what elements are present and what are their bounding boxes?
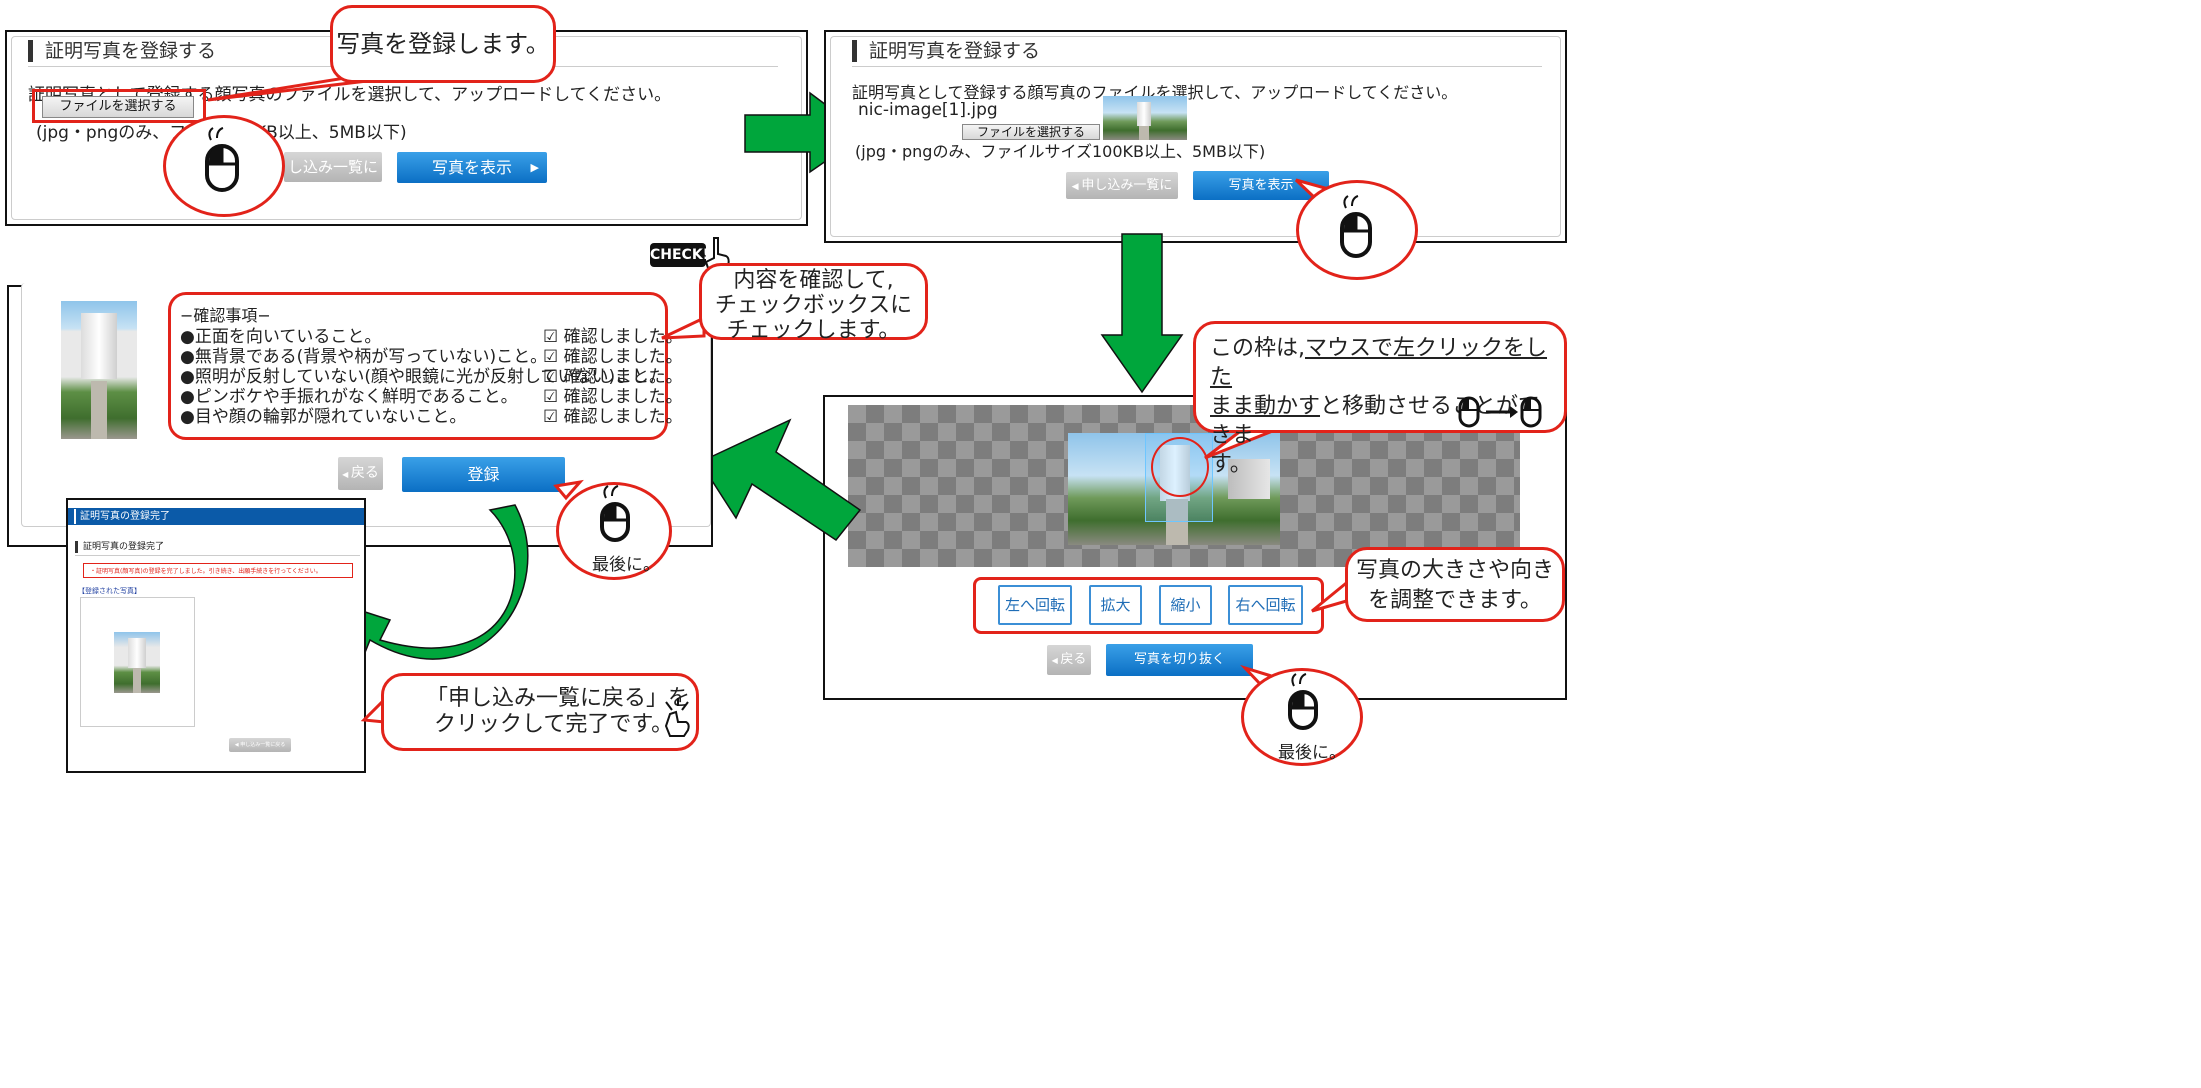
- step3-back-button[interactable]: ◀ 戻る: [1047, 645, 1091, 675]
- step5-back-button[interactable]: ◀ 申し込み一覧に戻る: [229, 738, 291, 752]
- step4-callout: 内容を確認して, チェックボックスに チェックします。: [699, 263, 928, 343]
- step2-divider: [852, 66, 1542, 67]
- step2-title: 証明写真を登録する: [852, 40, 1040, 62]
- step1-hint-tail: KB以上、5MB以下): [255, 123, 407, 143]
- step2-filename: nic-image[1].jpg: [858, 100, 998, 120]
- rotate-left-button[interactable]: 左へ回転: [998, 585, 1072, 625]
- step5-title: 証明写真の登録完了: [75, 541, 164, 553]
- mouse-click-icon: [1340, 195, 1372, 258]
- step5-back-label: 申し込み一覧に戻る: [240, 742, 286, 748]
- zoom-in-button[interactable]: 拡大: [1089, 585, 1142, 625]
- step3-back-label: 戻る: [1060, 652, 1087, 667]
- step4-back-label: 戻る: [350, 465, 379, 481]
- adjust-callout: 写真の大きさや向き を調整できます。: [1345, 547, 1565, 622]
- step5-registered-label: 【登録された写真】: [78, 587, 141, 595]
- step5-divider: [75, 555, 360, 556]
- step2-back-button[interactable]: ◀ 申し込み一覧に戻る: [1066, 172, 1178, 222]
- step1-show-photo-button[interactable]: 写真を表示 ▶: [397, 152, 547, 183]
- step5-photo: [114, 632, 160, 693]
- step5-header: 証明写真の登録完了: [74, 509, 170, 524]
- callout-text-3: まま動かす: [1210, 394, 1321, 419]
- step5-callout-line2: クリックして完了です。: [434, 712, 674, 737]
- rotate-right-button[interactable]: 右へ回転: [1228, 585, 1303, 625]
- step4-photo: [61, 301, 137, 439]
- check-badge: CHECK!: [650, 243, 709, 267]
- step5-notice: ・証明写真(顔写真)の登録を完了しました。引き続き、出願手続きを行ってください。: [83, 563, 353, 578]
- chevron-left-icon: ◀: [1071, 182, 1082, 192]
- step3-last-label: 最後に。: [1278, 743, 1346, 763]
- step1-callout: 写真を登録します。: [330, 5, 556, 83]
- callout-text-1: この枠は,: [1210, 336, 1305, 361]
- mouse-drag-icon: [1458, 396, 1542, 428]
- mouse-click-icon: [205, 127, 239, 192]
- step1-title: 証明写真を登録する: [28, 40, 216, 62]
- register-button[interactable]: 登録: [402, 457, 565, 492]
- crop-button[interactable]: 写真を切り抜く: [1106, 644, 1253, 676]
- step1-back-button[interactable]: し込み一覧に戻る: [284, 152, 382, 206]
- step5-callout-pointer: [360, 696, 386, 724]
- step2-photo-thumbnail: [1103, 96, 1187, 140]
- step2-show-photo-label: 写真を表示: [1228, 178, 1294, 193]
- confirm-item: ●目や顔の輪郭が隠れていないこと。: [180, 407, 467, 427]
- chevron-right-icon: ▶: [530, 161, 539, 174]
- step1-show-photo-label: 写真を表示: [431, 158, 512, 177]
- step5-notice-text: ・証明写真(顔写真)の登録を完了しました。引き続き、出願手続きを行ってください。: [90, 568, 322, 575]
- callout-text-5: す。: [1210, 452, 1252, 477]
- crop-frame-highlight: [1151, 437, 1209, 497]
- step5-header-bar: 証明写真の登録完了: [68, 508, 364, 525]
- pointing-hand-icon: [664, 698, 690, 737]
- chevron-left-icon: ◀: [342, 470, 351, 479]
- confirm-checkbox[interactable]: ☑ 確認しました。: [543, 402, 683, 427]
- step4-callout-line2: チェックボックスに: [714, 293, 913, 318]
- mouse-click-icon: [600, 485, 630, 542]
- step4-callout-line1: 内容を確認して,: [733, 268, 894, 293]
- adjust-callout-line2: を調整できます。: [1368, 588, 1542, 613]
- step4-callout-line3: チェックします。: [726, 318, 901, 343]
- adjust-callout-line1: 写真の大きさや向き: [1355, 558, 1554, 583]
- step2-hint: (jpg・pngのみ、ファイルサイズ100KB以上、5MB以下): [855, 142, 1266, 161]
- step4-last-label: 最後に。: [592, 555, 660, 575]
- mouse-click-icon: [1288, 673, 1318, 730]
- step4-back-button[interactable]: ◀ 戻る: [338, 457, 383, 490]
- step5-callout: 「申し込み一覧に戻る」を クリックして完了です。: [381, 673, 699, 751]
- zoom-out-button[interactable]: 縮小: [1159, 585, 1212, 625]
- step5-callout-line1: 「申し込み一覧に戻る」を: [426, 686, 691, 711]
